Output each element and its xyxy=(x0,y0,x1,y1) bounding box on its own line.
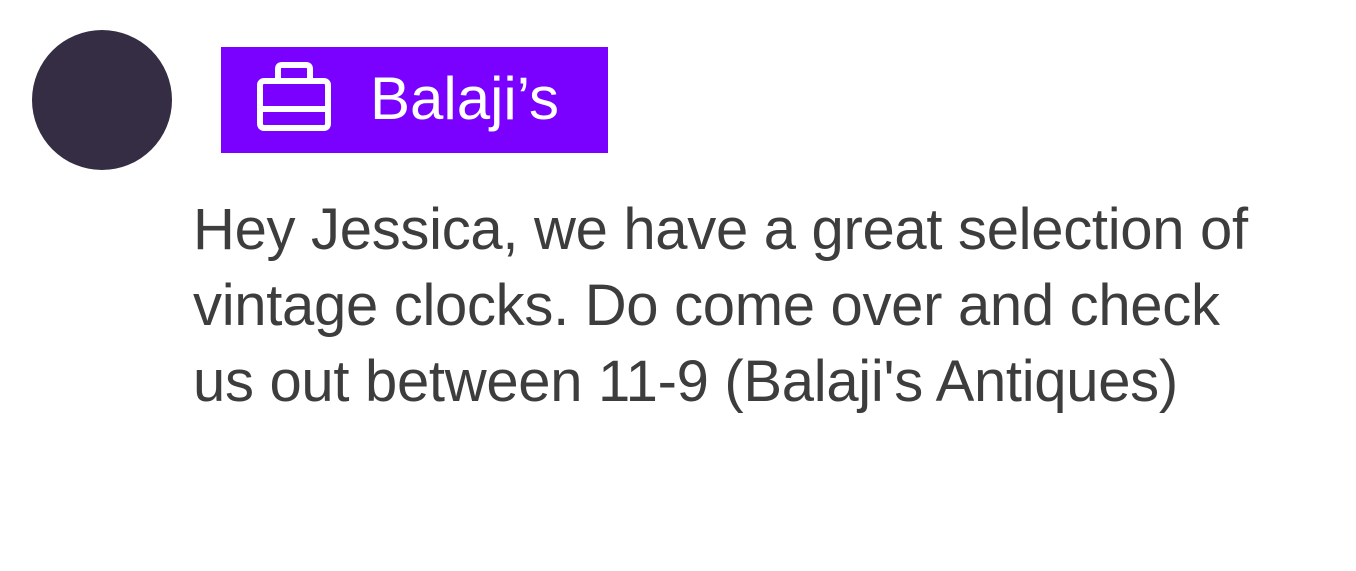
badge-label: Balaji’s xyxy=(370,65,559,132)
message-line: Hey Jessica, we have a great selection o… xyxy=(193,197,1248,262)
message-text: Hey Jessica, we have a great selection o… xyxy=(193,192,1343,420)
briefcase-icon xyxy=(257,62,331,131)
business-badge: Balaji’s xyxy=(221,47,608,153)
message-line: us out between 11-9 (Balaji's Antiques) xyxy=(193,349,1178,414)
avatar xyxy=(32,30,172,170)
message-line: vintage clocks. Do come over and check xyxy=(193,273,1220,338)
